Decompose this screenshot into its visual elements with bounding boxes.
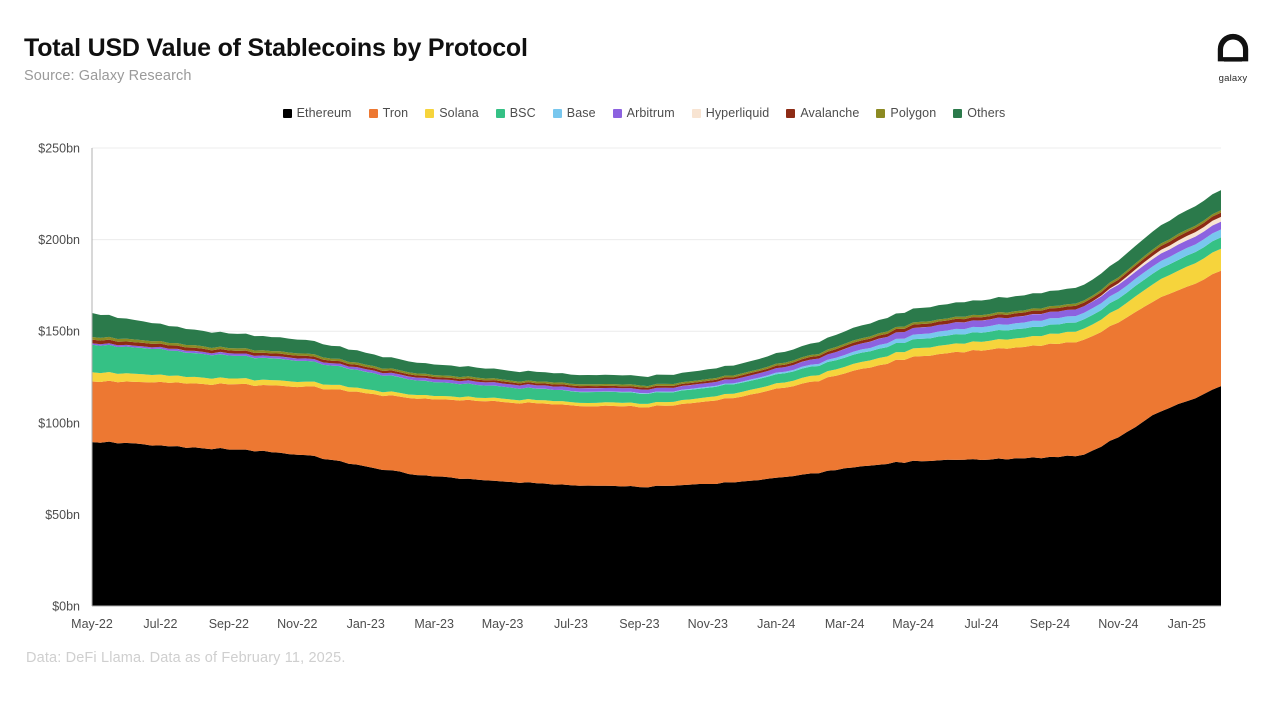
x-axis-tick-label: Jan-25	[1168, 617, 1206, 631]
y-axis-tick-label: $200bn	[38, 233, 80, 247]
x-axis-tick-label: Nov-23	[688, 617, 728, 631]
legend-item-avalanche[interactable]: Avalanche	[786, 106, 859, 120]
x-axis-tick-label: Jul-23	[554, 617, 588, 631]
legend-item-tron[interactable]: Tron	[369, 106, 409, 120]
legend-item-base[interactable]: Base	[553, 106, 596, 120]
y-axis-tick-label: $150bn	[38, 325, 80, 339]
legend-item-label: Arbitrum	[627, 106, 675, 120]
x-axis-tick-label: Sep-24	[1030, 617, 1070, 631]
legend-swatch-icon	[786, 109, 795, 118]
x-axis-tick-label: May-23	[482, 617, 524, 631]
galaxy-logo: galaxy	[1202, 30, 1264, 84]
galaxy-logo-text: galaxy	[1202, 73, 1264, 84]
x-axis-tick-label: Jan-23	[347, 617, 385, 631]
chart-plot-area: $250bn $200bn $150bn $100bn $50bn $0bn May-22 J…	[0, 130, 1288, 640]
x-axis-tick-label: Jan-24	[757, 617, 795, 631]
legend-swatch-icon	[953, 109, 962, 118]
x-axis-tick-label: Jul-24	[964, 617, 998, 631]
legend-item-label: Ethereum	[297, 106, 352, 120]
chart-header: Total USD Value of Stablecoins by Protoc…	[24, 34, 1124, 84]
legend-swatch-icon	[496, 109, 505, 118]
stacked-area-chart: $250bn $200bn $150bn $100bn $50bn $0bn May-22 J…	[0, 130, 1288, 640]
x-axis-tick-label: May-24	[892, 617, 934, 631]
legend-item-polygon[interactable]: Polygon	[876, 106, 936, 120]
legend-item-arbitrum[interactable]: Arbitrum	[613, 106, 675, 120]
x-axis-tick-label: Sep-22	[209, 617, 249, 631]
x-axis-tick-label: Mar-24	[825, 617, 865, 631]
x-axis-tick-label: Mar-23	[414, 617, 454, 631]
legend-item-label: Polygon	[890, 106, 936, 120]
legend-swatch-icon	[425, 109, 434, 118]
y-axis-tick-label: $50bn	[45, 508, 80, 522]
chart-page: Total USD Value of Stablecoins by Protoc…	[0, 0, 1288, 708]
x-axis-tick-label: May-22	[71, 617, 113, 631]
legend-item-label: BSC	[510, 106, 536, 120]
legend-item-label: Hyperliquid	[706, 106, 770, 120]
legend-item-solana[interactable]: Solana	[425, 106, 479, 120]
legend-swatch-icon	[553, 109, 562, 118]
legend-swatch-icon	[692, 109, 701, 118]
chart-legend: Ethereum Tron Solana BSC Base Arbitrum Hyperli…	[0, 106, 1288, 120]
legend-item-bsc[interactable]: BSC	[496, 106, 536, 120]
chart-source-subtitle: Source: Galaxy Research	[24, 68, 1124, 84]
legend-item-hyperliquid[interactable]: Hyperliquid	[692, 106, 770, 120]
data-source-footnote: Data: DeFi Llama. Data as of February 11…	[26, 650, 346, 666]
legend-item-label: Solana	[439, 106, 479, 120]
legend-item-ethereum[interactable]: Ethereum	[283, 106, 352, 120]
legend-swatch-icon	[283, 109, 292, 118]
y-axis-tick-label: $100bn	[38, 416, 80, 430]
legend-item-label: Base	[567, 106, 596, 120]
page-title: Total USD Value of Stablecoins by Protoc…	[24, 34, 1124, 63]
x-axis-tick-label: Jul-22	[143, 617, 177, 631]
legend-item-label: Avalanche	[800, 106, 859, 120]
x-axis-tick-label: Nov-22	[277, 617, 317, 631]
galaxy-logo-icon	[1214, 30, 1252, 70]
y-axis-tick-label: $250bn	[38, 142, 80, 156]
legend-swatch-icon	[613, 109, 622, 118]
x-axis-tick-label: Nov-24	[1098, 617, 1138, 631]
legend-item-label: Others	[967, 106, 1005, 120]
legend-item-label: Tron	[383, 106, 409, 120]
legend-swatch-icon	[876, 109, 885, 118]
x-axis-tick-label: Sep-23	[619, 617, 659, 631]
legend-swatch-icon	[369, 109, 378, 118]
legend-item-others[interactable]: Others	[953, 106, 1005, 120]
y-axis-tick-label: $0bn	[52, 600, 80, 614]
